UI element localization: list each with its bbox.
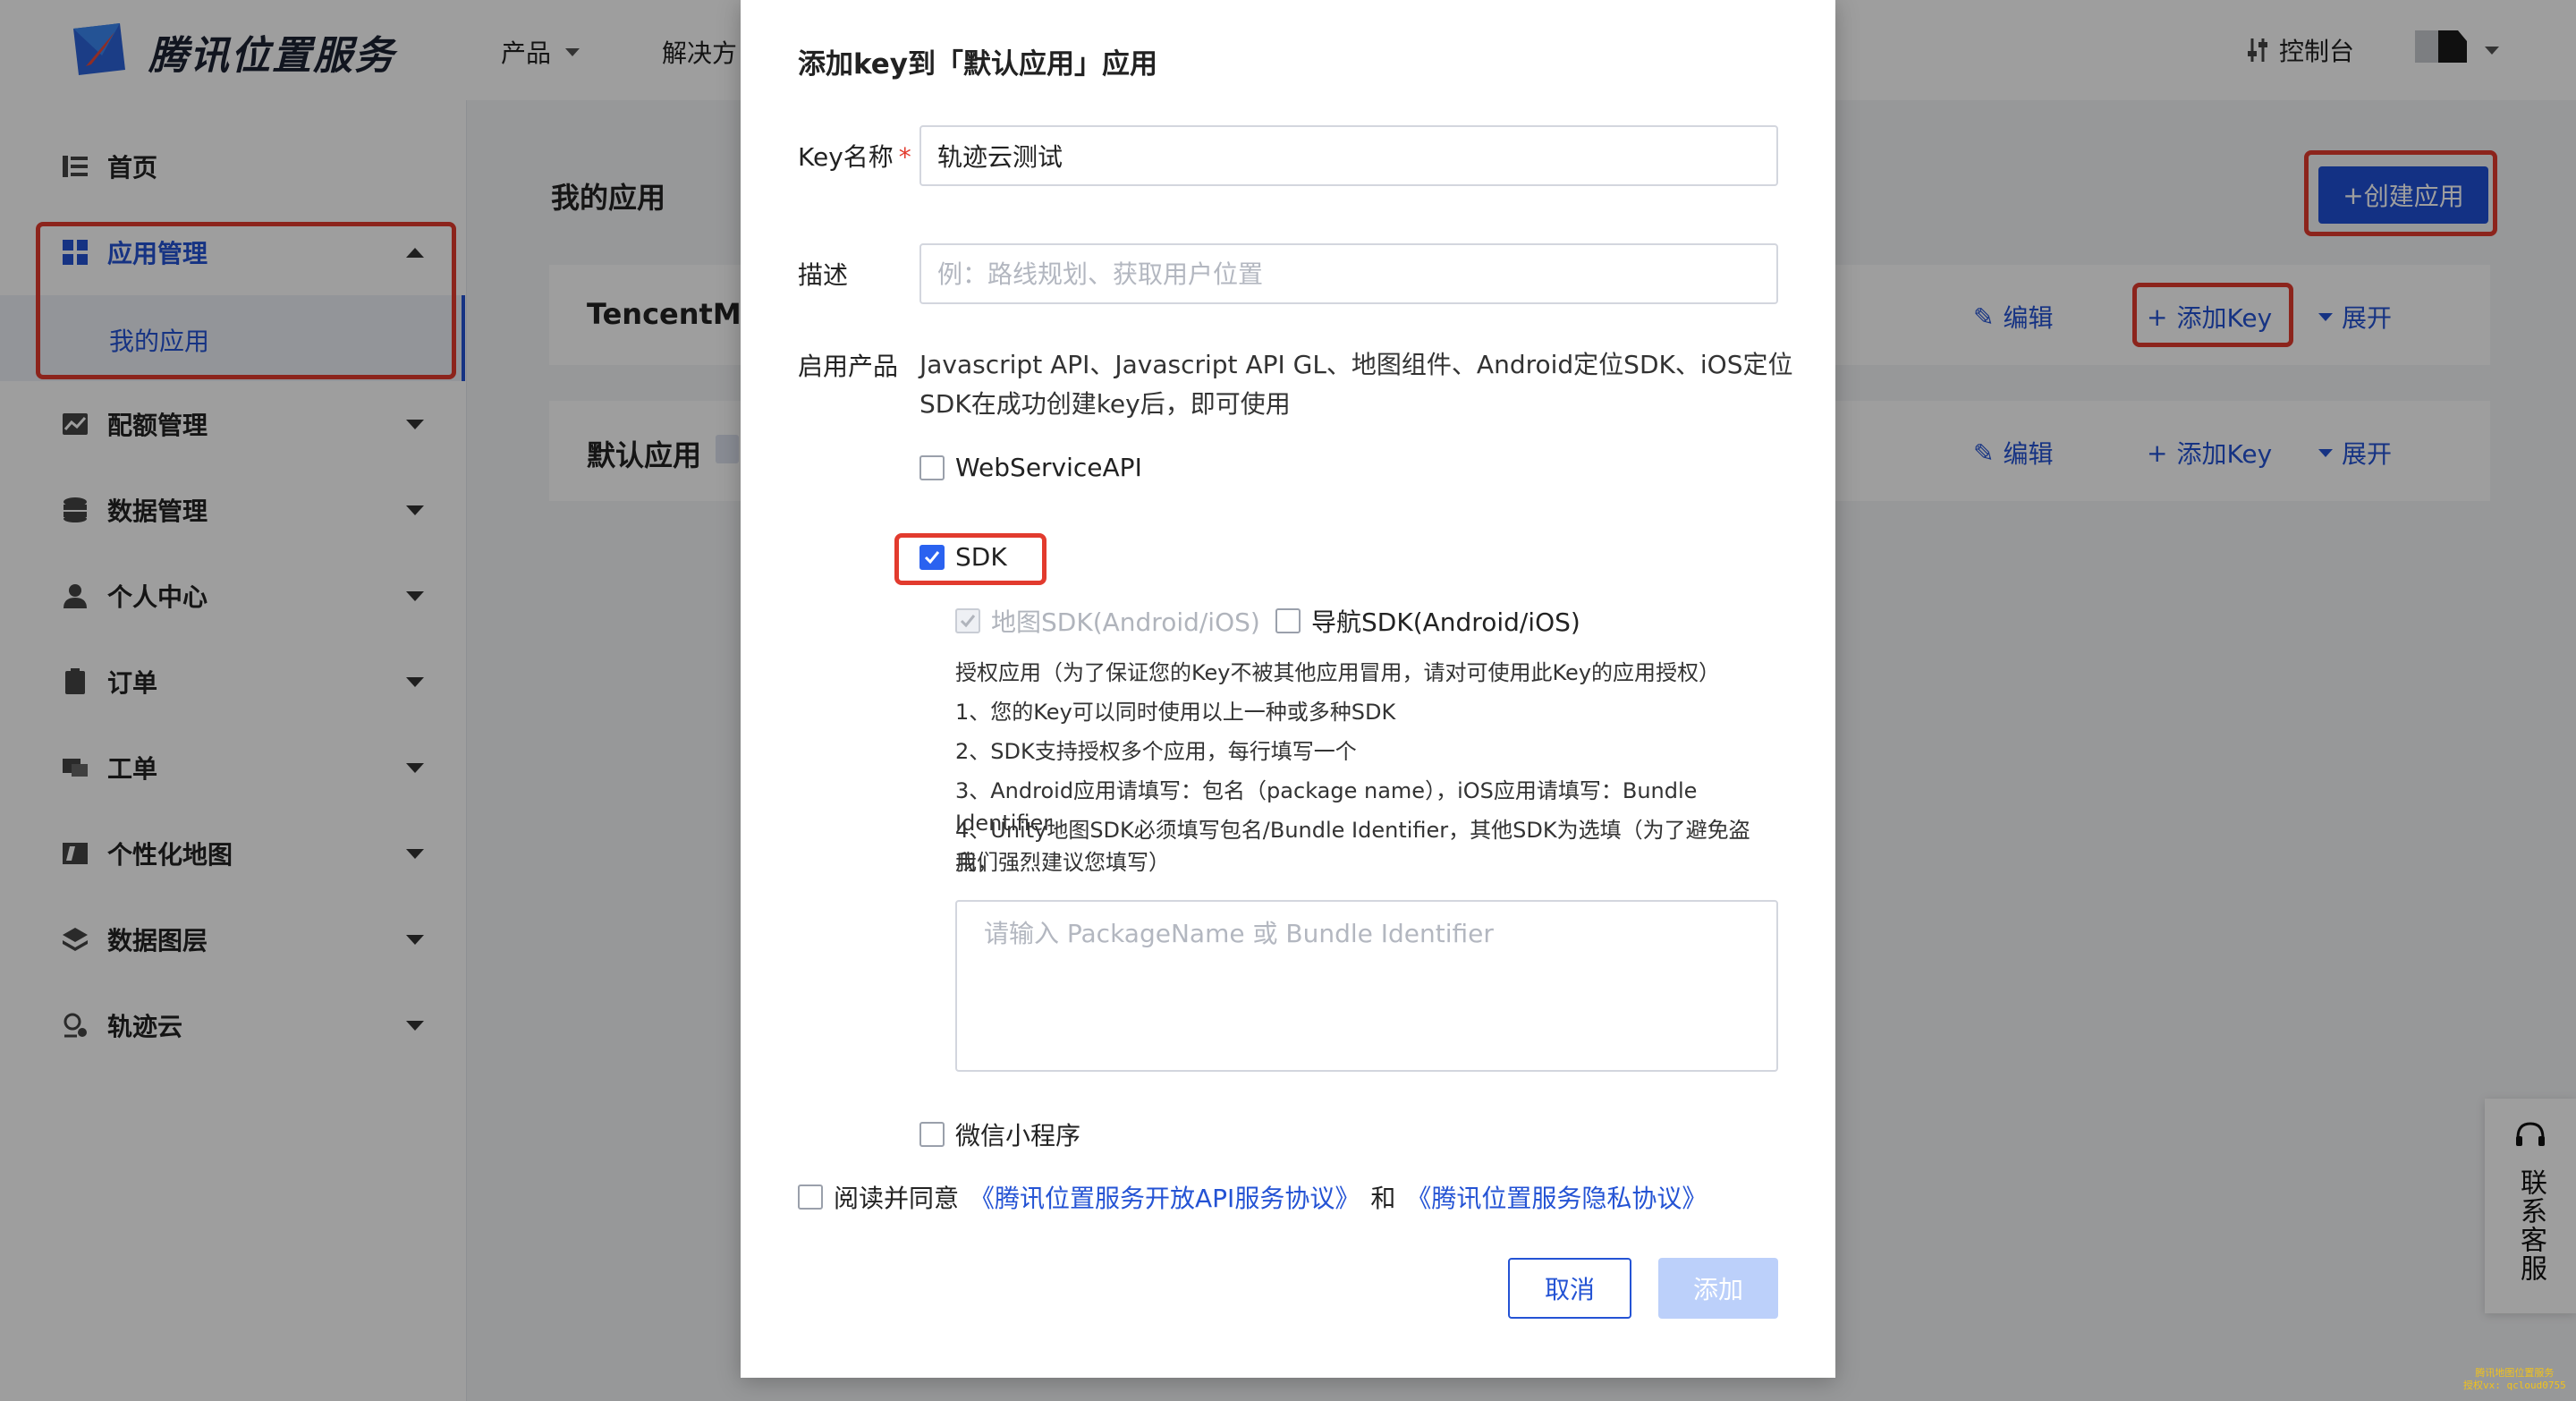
desc-label: 描述 [798, 260, 849, 290]
map-sdk-label: 地图SDK(Android/iOS) [991, 607, 1260, 637]
auth-note-title: 授权应用（为了保证您的Key不被其他应用冒用，请对可使用此Key的应用授权） [955, 660, 1721, 685]
wechat-label: 微信小程序 [955, 1121, 1081, 1151]
watermark: 腾讯地图位置服务 授权vx: qcloud0755 [2463, 1367, 2566, 1392]
nav-sdk-checkbox-row[interactable]: 导航SDK(Android/iOS) [1275, 603, 1580, 639]
dialog-title: 添加key到「默认应用」应用 [798, 48, 1158, 81]
package-name-textarea[interactable] [955, 900, 1778, 1072]
key-name-label-text: Key名称 [798, 142, 894, 172]
agreement-row: 阅读并同意 《腾讯位置服务开放API服务协议》 和 《腾讯位置服务隐私协议》 [798, 1179, 1707, 1215]
add-button[interactable]: 添加 [1658, 1258, 1778, 1319]
description-input[interactable] [919, 243, 1778, 304]
check-icon [960, 615, 976, 628]
highlight-box-sdk [894, 533, 1046, 585]
required-mark: * [898, 142, 911, 172]
auth-note-2: 2、SDK支持授权多个应用，每行填写一个 [955, 739, 1357, 764]
product-description-line1: Javascript API、Javascript API GL、地图组件、An… [919, 350, 1793, 379]
key-name-input[interactable] [919, 125, 1778, 186]
watermark-line1: 腾讯地图位置服务 [2475, 1367, 2555, 1379]
webservice-checkbox[interactable] [919, 454, 945, 480]
privacy-agreement-link[interactable]: 《腾讯位置服务隐私协议》 [1406, 1179, 1707, 1215]
auth-note-1: 1、您的Key可以同时使用以上一种或多种SDK [955, 700, 1396, 725]
product-description-line2: SDK在成功创建key后，即可使用 [919, 389, 1291, 419]
webservice-label: WebServiceAPI [955, 453, 1142, 482]
nav-sdk-checkbox[interactable] [1275, 608, 1301, 633]
key-name-label: Key名称 * [798, 138, 911, 174]
auth-note-4-cont: 我们强烈建议您填写） [955, 850, 1170, 875]
map-sdk-checkbox-row: 地图SDK(Android/iOS) [955, 603, 1260, 639]
map-sdk-checkbox [955, 608, 980, 633]
agree-and: 和 [1370, 1184, 1396, 1213]
product-label: 启用产品 [798, 352, 899, 381]
api-agreement-link[interactable]: 《腾讯位置服务开放API服务协议》 [970, 1179, 1360, 1215]
add-key-dialog: 添加key到「默认应用」应用 Key名称* 描述 启用产品 Javascript… [741, 0, 1835, 1378]
webservice-checkbox-row[interactable]: WebServiceAPI [919, 453, 1142, 482]
watermark-line2: 授权vx: qcloud0755 [2463, 1380, 2566, 1391]
wechat-checkbox-row[interactable]: 微信小程序 [919, 1117, 1080, 1152]
wechat-miniprogram-checkbox[interactable] [919, 1122, 945, 1147]
agree-checkbox[interactable] [798, 1184, 823, 1210]
nav-sdk-label: 导航SDK(Android/iOS) [1311, 607, 1580, 637]
cancel-button[interactable]: 取消 [1508, 1258, 1631, 1319]
agree-prefix: 阅读并同意 [834, 1184, 960, 1213]
